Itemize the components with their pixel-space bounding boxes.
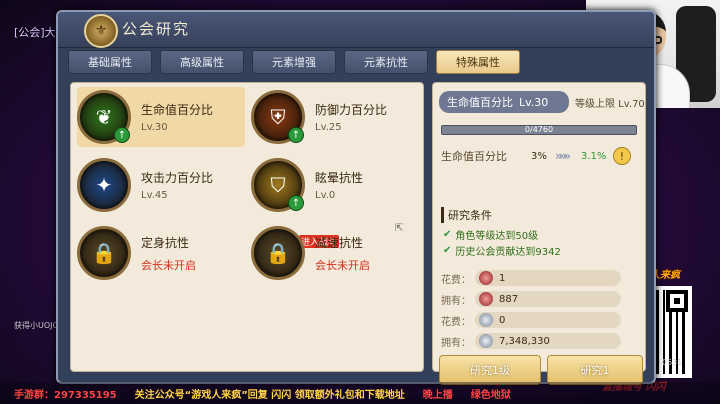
condition-item: ✔ 角色等级达到50级 bbox=[443, 227, 538, 242]
attribute-body: 防御力百分比 Lv.25 bbox=[315, 101, 387, 133]
crystal-icon: ✦ bbox=[77, 158, 131, 212]
detail-level: Lv.30 bbox=[519, 95, 549, 109]
cost-row: 拥有： 887 bbox=[441, 290, 621, 308]
exclamation-icon[interactable]: ! bbox=[613, 147, 631, 165]
attribute-item[interactable]: 🔒 定身抗性会长未开启 bbox=[77, 223, 245, 283]
window-title: 公会研究 bbox=[122, 20, 191, 38]
upgrade-arrow-icon: ↑ bbox=[114, 127, 130, 143]
attribute-item[interactable]: ⛨ ↑ 防御力百分比 Lv.25 bbox=[251, 87, 419, 147]
guild-research-window: ⚜ 公会研究 基础属性 高级属性 元素增强 元素抗性 特殊属性 ⇱ ❦ ↑ 生命值百分比 Lv… bbox=[56, 10, 656, 385]
tab-bar: 基础属性 高级属性 元素增强 元素抗性 特殊属性 bbox=[68, 50, 520, 74]
attribute-item[interactable]: ❦ ↑ 生命值百分比 Lv.30 bbox=[77, 87, 245, 147]
upgrade-arrow-icon: ↑ bbox=[288, 127, 304, 143]
cost-value: 7,348,330 bbox=[499, 335, 550, 347]
attribute-body: 眩晕抗性 Lv.0 bbox=[315, 169, 363, 201]
attribute-level: Lv.0 bbox=[315, 190, 336, 201]
watermark-text: 0531 bbox=[662, 358, 683, 367]
condition-text: 历史公会贡献达到9342 bbox=[455, 247, 561, 258]
attribute-item[interactable]: 🔒 减速抗性会长未开启 bbox=[251, 223, 419, 283]
research-1-button[interactable]: 研究1级 bbox=[439, 355, 541, 385]
cost-label: 花费： bbox=[441, 274, 471, 286]
arrow-right-icon: »»» bbox=[555, 149, 571, 163]
stream-footer: 手游群：297335195 关注公众号“游戏人来疯”回复 闪闪 领取额外礼包和下载… bbox=[0, 382, 720, 404]
cost-value-box: 1 bbox=[475, 270, 621, 286]
cost-value: 1 bbox=[499, 272, 506, 284]
tab-4[interactable]: 特殊属性 bbox=[436, 50, 520, 74]
contribution-coin-icon bbox=[479, 271, 493, 285]
stat-current: 3% bbox=[531, 150, 547, 162]
locked-text: 会长未开启 bbox=[315, 258, 370, 272]
research-more-button[interactable]: 研究1 bbox=[547, 355, 643, 385]
level-cap: 等级上限 Lv.70 bbox=[575, 99, 645, 110]
contribution-coin-icon bbox=[479, 292, 493, 306]
footer-item: 绿色地狱 bbox=[470, 389, 511, 401]
attribute-name: 生命值百分比 bbox=[141, 103, 214, 117]
check-icon: ✔ bbox=[443, 245, 452, 256]
guild-emblem-icon: ⚜ bbox=[84, 14, 118, 48]
cost-value: 0 bbox=[499, 314, 506, 326]
check-icon: ✔ bbox=[443, 229, 452, 240]
attribute-body: 攻击力百分比 Lv.45 bbox=[141, 169, 213, 201]
attribute-item[interactable]: ⛉ ↑ 眩晕抗性 Lv.0 bbox=[251, 155, 419, 215]
attribute-name: 眩晕抗性 bbox=[315, 171, 364, 185]
footer-item: 关注公众号“游戏人来疯”回复 闪闪 领取额外礼包和下载地址 bbox=[134, 389, 405, 401]
lock-icon: 🔒 bbox=[251, 226, 305, 280]
condition-item: ✔ 历史公会贡献达到9342 bbox=[443, 243, 561, 258]
attribute-level: Lv.30 bbox=[141, 122, 168, 133]
stat-next: 3.1% bbox=[581, 150, 607, 162]
upgrade-arrow-icon: ↑ bbox=[288, 195, 304, 211]
cost-value-box: 7,348,330 bbox=[475, 333, 621, 349]
cost-row: 拥有： 7,348,330 bbox=[441, 332, 621, 350]
footer-item: 晚上播 bbox=[422, 389, 453, 401]
attribute-name: 减速抗性 bbox=[315, 235, 364, 250]
lock-icon: 🔒 bbox=[77, 226, 131, 280]
attribute-body: 定身抗性 会长未开启 bbox=[141, 234, 196, 273]
leaf-icon: ❦ ↑ bbox=[77, 90, 131, 144]
stat-label: 生命值百分比 bbox=[441, 150, 507, 163]
tab-1[interactable]: 高级属性 bbox=[160, 50, 244, 74]
tab-3[interactable]: 元素抗性 bbox=[344, 50, 428, 74]
condition-text: 角色等级达到50级 bbox=[455, 231, 539, 242]
cost-row: 花费： 0 bbox=[441, 311, 621, 329]
tab-2[interactable]: 元素增强 bbox=[252, 50, 336, 74]
attribute-name: 防御力百分比 bbox=[315, 103, 388, 117]
shield-fire-icon: ⛨ ↑ bbox=[251, 90, 305, 144]
locked-text: 会长未开启 bbox=[141, 258, 196, 272]
cost-value-box: 887 bbox=[475, 291, 621, 307]
stun-shield-icon: ⛉ ↑ bbox=[251, 158, 305, 212]
attribute-level: Lv.45 bbox=[141, 190, 168, 201]
attribute-body: 生命值百分比 Lv.30 bbox=[141, 101, 213, 133]
cost-label: 拥有： bbox=[441, 337, 471, 349]
cost-row: 花费： 1 bbox=[441, 269, 621, 287]
attribute-detail: 生命值百分比 Lv.30 等级上限 Lv.70 0/4760 生命值百分比 3%… bbox=[432, 82, 646, 385]
silver-coin-icon bbox=[479, 313, 493, 327]
attribute-level: Lv.25 bbox=[315, 122, 342, 133]
attribute-body: 减速抗性 会长未开启 bbox=[315, 234, 370, 273]
silver-coin-icon bbox=[479, 334, 493, 348]
attribute-list: ⇱ ❦ ↑ 生命值百分比 Lv.30 ⛨ ↑ 防御力百分比 Lv.25 ✦ 攻击力百分比 Lv.45… bbox=[70, 82, 424, 372]
progress-text: 0/4760 bbox=[524, 125, 554, 134]
window-titlebar: ⚜ 公会研究 bbox=[58, 12, 654, 48]
attribute-name: 定身抗性 bbox=[141, 235, 190, 250]
footer-item: 手游群：297335195 bbox=[14, 389, 117, 401]
cost-value-box: 0 bbox=[475, 312, 621, 328]
detail-header: 生命值百分比 Lv.30 bbox=[439, 91, 569, 113]
stat-row: 生命值百分比 3% »»» 3.1% ! bbox=[441, 147, 641, 165]
detail-name: 生命值百分比 bbox=[447, 96, 513, 109]
cost-label: 花费： bbox=[441, 316, 471, 328]
research-progress-bar: 0/4760 bbox=[441, 125, 637, 135]
attribute-item[interactable]: ✦ 攻击力百分比 Lv.45 bbox=[77, 155, 245, 215]
tab-0[interactable]: 基础属性 bbox=[68, 50, 152, 74]
attribute-name: 攻击力百分比 bbox=[141, 171, 214, 185]
conditions-title: 研究条件 bbox=[441, 207, 492, 223]
cost-label: 拥有： bbox=[441, 295, 471, 307]
cost-value: 887 bbox=[499, 293, 519, 305]
